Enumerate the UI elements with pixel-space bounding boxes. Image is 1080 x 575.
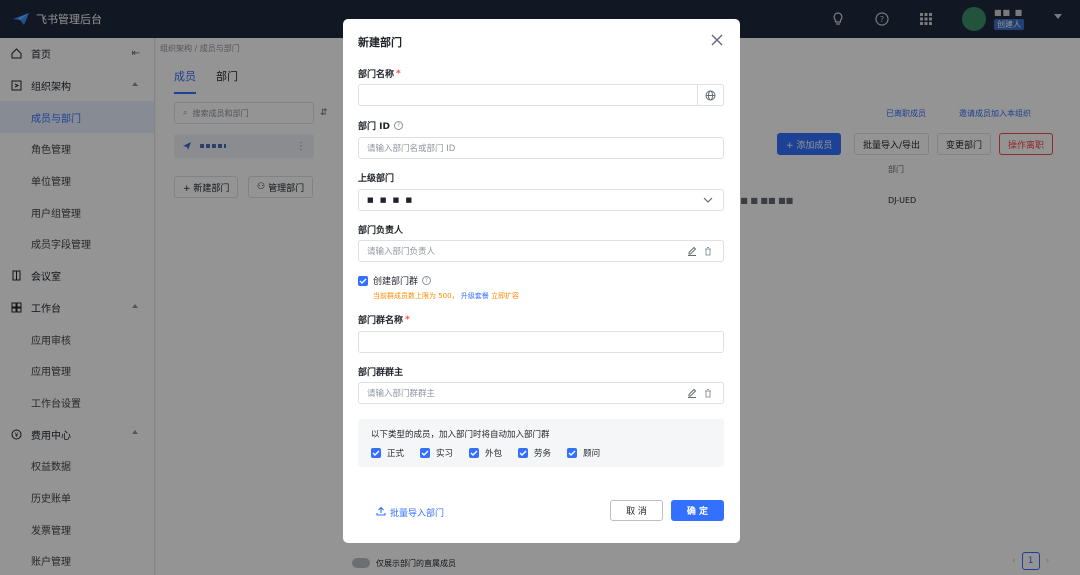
- create-group-checkbox-row[interactable]: 创建部门群 ?: [358, 274, 432, 287]
- create-group-label: 创建部门群: [373, 277, 419, 287]
- group-limit-note: 当前群成员数上限为 500， 升级套餐 立即扩容: [373, 291, 519, 301]
- trash-icon[interactable]: [703, 246, 713, 256]
- group-owner-label: 部门群群主: [358, 368, 404, 378]
- required-mark: *: [396, 68, 401, 79]
- dept-id-input[interactable]: 请输入部门名或部门 ID: [358, 137, 724, 159]
- dept-name-input[interactable]: [358, 84, 724, 106]
- group-name-input[interactable]: [358, 331, 724, 353]
- globe-icon[interactable]: [697, 85, 723, 105]
- option-label: 劳务: [534, 449, 552, 459]
- dept-name-label-text: 部门名称: [358, 70, 395, 80]
- cancel-button[interactable]: 取 消: [610, 500, 663, 521]
- checkbox-checked[interactable]: [420, 448, 431, 458]
- checkbox-checked[interactable]: [371, 448, 381, 458]
- group-owner-placeholder: 请输入部门群群主: [367, 389, 436, 399]
- note-suffix: 立即扩容: [491, 292, 520, 300]
- option-label: 实习: [436, 449, 454, 459]
- dept-id-label-text: 部门 ID: [358, 122, 390, 132]
- auto-join-option-intern[interactable]: 实习: [420, 447, 453, 459]
- checkbox-checked[interactable]: [469, 448, 480, 458]
- batch-import-dept-link[interactable]: 批量导入部门: [376, 506, 444, 519]
- required-mark: *: [405, 314, 410, 325]
- confirm-button[interactable]: 确 定: [671, 500, 724, 521]
- edit-icon[interactable]: [687, 246, 697, 256]
- option-label: 外包: [485, 449, 503, 459]
- upload-icon: [376, 506, 386, 519]
- checkbox-checked[interactable]: [567, 448, 578, 458]
- auto-join-option-outsource[interactable]: 外包: [469, 447, 502, 459]
- upgrade-plan-link[interactable]: 升级套餐: [461, 292, 489, 300]
- close-icon[interactable]: [710, 33, 724, 47]
- auto-join-option-consultant[interactable]: 顾问: [567, 447, 600, 459]
- help-circle-icon[interactable]: ?: [422, 276, 432, 285]
- group-name-label: 部门群名称 *: [358, 313, 410, 327]
- help-circle-icon[interactable]: ?: [393, 121, 403, 130]
- batch-import-label: 批量导入部门: [390, 509, 445, 519]
- auto-join-options: 正式 实习 外包 劳务 顾问: [371, 447, 616, 459]
- parent-dept-value: ■ ■ ■ ■: [367, 196, 415, 204]
- dept-leader-label: 部门负责人: [358, 226, 404, 236]
- edit-icon[interactable]: [687, 388, 697, 398]
- group-owner-input[interactable]: 请输入部门群群主: [358, 382, 724, 404]
- auto-join-box: 以下类型的成员，加入部门时将自动加入部门群 正式 实习 外包 劳务 顾问: [358, 419, 724, 467]
- auto-join-title: 以下类型的成员，加入部门时将自动加入部门群: [371, 430, 550, 440]
- dept-name-label: 部门名称 *: [358, 67, 401, 81]
- group-name-label-text: 部门群名称: [358, 316, 404, 326]
- auto-join-option-regular[interactable]: 正式: [371, 447, 404, 459]
- trash-icon[interactable]: [703, 388, 713, 398]
- chevron-down-icon: [703, 195, 713, 208]
- dialog-title: 新建部门: [358, 36, 402, 49]
- parent-dept-label: 上级部门: [358, 174, 395, 184]
- parent-dept-select[interactable]: ■ ■ ■ ■: [358, 189, 724, 211]
- create-group-checkbox[interactable]: [358, 275, 368, 286]
- dept-leader-placeholder: 请输入部门负责人: [367, 247, 436, 257]
- new-department-dialog: 新建部门 部门名称 * 部门 ID? 请输入部门名或部门 ID 上级部门 ■ ■ …: [343, 19, 740, 543]
- checkbox-checked[interactable]: [518, 448, 529, 458]
- dept-id-label: 部门 ID?: [358, 119, 403, 132]
- auto-join-option-labor[interactable]: 劳务: [518, 447, 551, 459]
- dept-leader-input[interactable]: 请输入部门负责人: [358, 240, 724, 262]
- option-label: 顾问: [583, 449, 601, 459]
- dept-id-placeholder: 请输入部门名或部门 ID: [367, 144, 456, 154]
- note-text: 当前群成员数上限为 500，: [373, 292, 459, 300]
- option-label: 正式: [387, 449, 405, 459]
